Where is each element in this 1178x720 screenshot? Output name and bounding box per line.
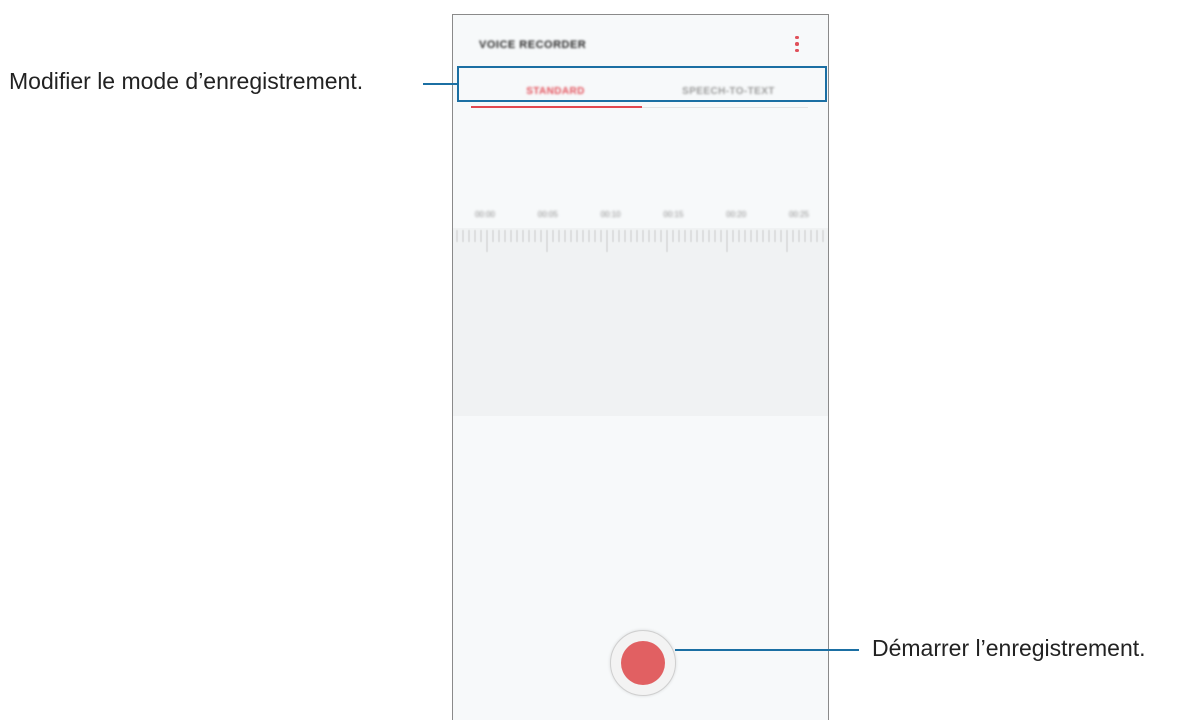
callout-mode-label: Modifier le mode d’enregistrement.	[9, 68, 364, 94]
timeline-ruler	[456, 230, 824, 252]
waveform-area	[453, 228, 828, 416]
time-label: 00:00	[474, 210, 496, 219]
callout-record-label: Démarrer l’enregistrement.	[872, 635, 1146, 661]
callout-line-record	[675, 649, 859, 651]
tabs-highlight-box	[457, 66, 827, 102]
time-label: 00:20	[726, 210, 747, 219]
time-label: 00:15	[663, 210, 684, 219]
record-icon[interactable]	[621, 641, 665, 685]
callout-line-mode	[423, 83, 457, 85]
timeline-area: 00:00 00:05 00:10 00:15 00:20 00:25	[453, 14, 828, 720]
time-label: 00:25	[788, 210, 809, 219]
time-label: 00:10	[600, 210, 621, 219]
record-button-ring[interactable]	[610, 630, 676, 696]
timeline-labels: 00:00 00:05 00:10 00:15 00:20 00:25	[465, 210, 819, 224]
time-label: 00:05	[537, 210, 558, 219]
